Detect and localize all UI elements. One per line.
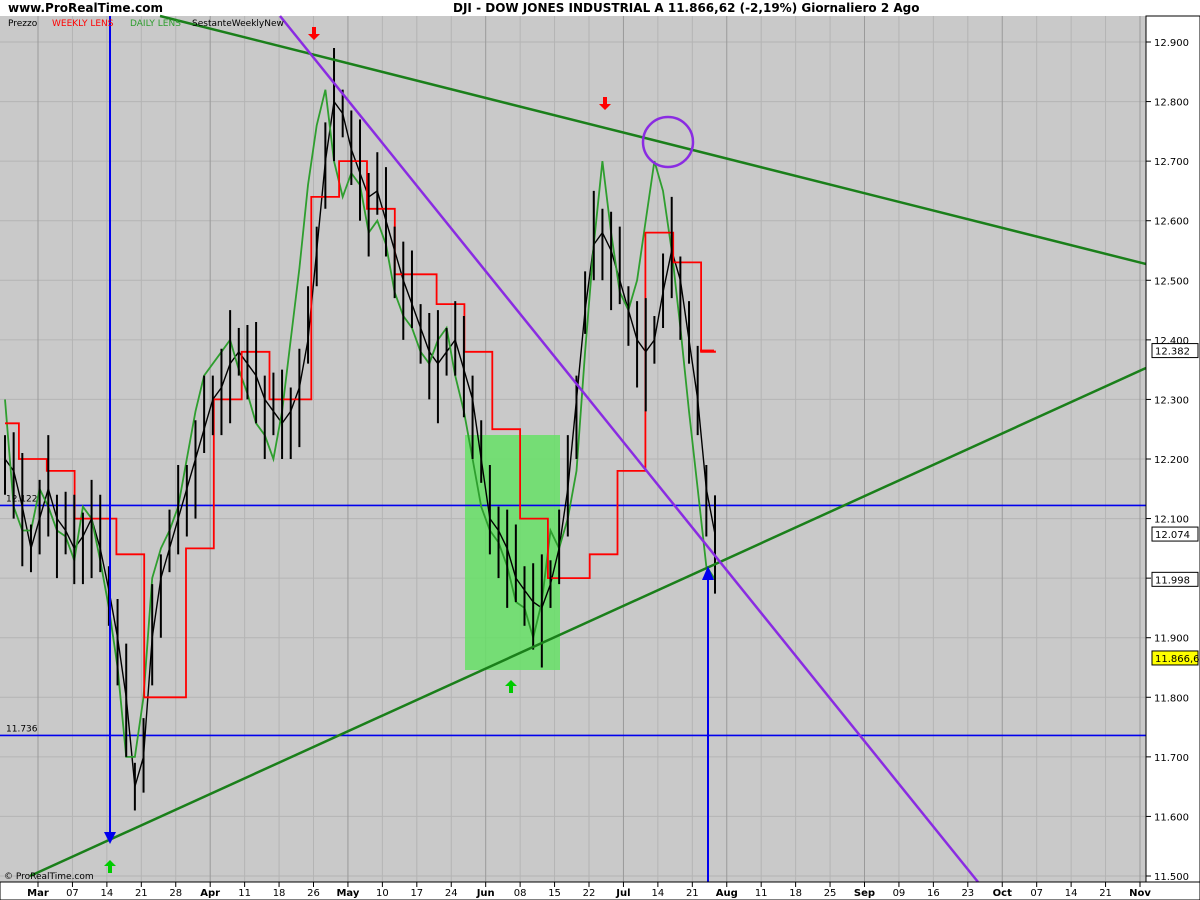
price-chart: 12.12211.736 12.90012.80012.70012.60012.…	[0, 14, 1200, 900]
x-tick-label: 26	[307, 888, 320, 899]
legend-prezzo: Prezzo	[8, 19, 38, 29]
y-tick-label: 11.900	[1154, 634, 1189, 645]
x-tick-label: 07	[66, 888, 79, 899]
x-tick-label: Oct	[993, 888, 1012, 899]
x-tick-label: Sep	[854, 888, 875, 899]
x-tick-label: 08	[514, 888, 527, 899]
x-tick-label: May	[336, 888, 359, 899]
x-tick-label: 24	[445, 888, 458, 899]
x-tick-label: 10	[376, 888, 389, 899]
y-tick-label: 12.700	[1154, 157, 1189, 168]
x-tick-label: Jun	[476, 888, 495, 899]
x-tick-label: 28	[169, 888, 182, 899]
legend-weekly: WEEKLY LENS	[52, 19, 114, 29]
y-tick-label: 12.100	[1154, 515, 1189, 526]
x-tick-label: Mar	[27, 888, 49, 899]
x-tick-label: 21	[1099, 888, 1112, 899]
x-tick-label: Apr	[200, 888, 220, 899]
value-label: 11.998	[1155, 575, 1190, 586]
y-tick-label: 12.600	[1154, 217, 1189, 228]
y-tick-label: 11.700	[1154, 753, 1189, 764]
x-tick-label: 14	[652, 888, 665, 899]
y-tick-label: 11.800	[1154, 693, 1189, 704]
x-tick-label: 21	[135, 888, 148, 899]
x-tick-label: Jul	[615, 888, 630, 899]
value-label: 12.382	[1155, 347, 1190, 358]
x-tick-label: 11	[238, 888, 251, 899]
plot-background	[0, 16, 1146, 882]
y-tick-label: 12.900	[1154, 38, 1189, 49]
y-tick-label: 12.200	[1154, 455, 1189, 466]
y-tick-label: 11.500	[1154, 872, 1189, 883]
x-tick-label: 17	[410, 888, 423, 899]
x-tick-label: 09	[893, 888, 906, 899]
x-tick-label: 22	[583, 888, 596, 899]
value-label: 12.074	[1155, 530, 1190, 541]
x-tick-label: Aug	[716, 888, 738, 899]
x-tick-label: 25	[824, 888, 837, 899]
x-tick-label: 11	[755, 888, 768, 899]
x-tick-label: 21	[686, 888, 699, 899]
value-label: 11.866,6	[1155, 654, 1200, 665]
y-tick-label: 11.600	[1154, 812, 1189, 823]
highlight-box	[465, 435, 560, 670]
y-tick-label: 12.300	[1154, 395, 1189, 406]
legend-sest: SestanteWeeklyNew	[192, 19, 284, 29]
x-tick-label: 14	[1065, 888, 1078, 899]
copyright: © ProRealTime.com	[4, 872, 94, 882]
y-tick-label: 12.800	[1154, 98, 1189, 109]
x-tick-label: 18	[789, 888, 802, 899]
horizontal-level-label: 11.736	[6, 724, 38, 734]
x-tick-label: 16	[927, 888, 940, 899]
x-tick-label: 14	[101, 888, 114, 899]
y-tick-label: 12.500	[1154, 276, 1189, 287]
x-tick-label: 23	[961, 888, 974, 899]
x-tick-label: Nov	[1129, 888, 1151, 899]
x-tick-label: 07	[1030, 888, 1043, 899]
x-tick-label: 15	[548, 888, 561, 899]
x-tick-label: 18	[273, 888, 286, 899]
legend-daily: DAILY LENS	[130, 19, 181, 29]
